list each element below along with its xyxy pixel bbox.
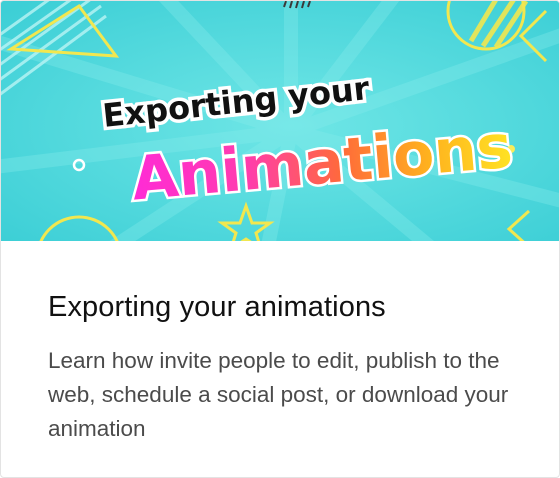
card-thumbnail: Exporting your Animations [1, 1, 559, 241]
tutorial-card[interactable]: Exporting your Animations Exporting your… [0, 0, 560, 478]
thumbnail-graphic: Exporting your Animations [1, 1, 559, 241]
card-title[interactable]: Exporting your animations [48, 291, 386, 324]
card-description: Learn how invite people to edit, publish… [48, 348, 509, 441]
